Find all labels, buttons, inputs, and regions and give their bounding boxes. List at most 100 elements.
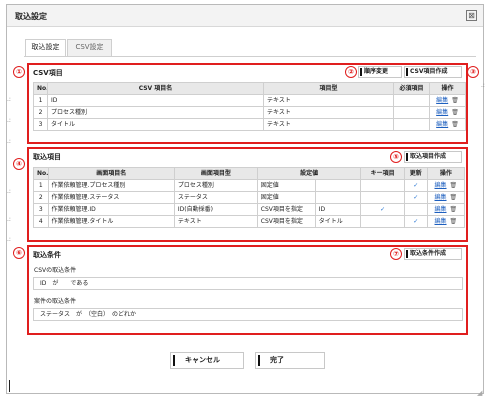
import-condition-create-button[interactable]: 取込条件作成 [404,248,462,260]
table-header-row: No. 画面項目名 画面項目型 設定値 キー項目 更新 操作 [33,167,466,180]
table-row: 1 ID テキスト 編集 🗑 [33,94,466,107]
key-item-check: ✓ [360,203,405,216]
setting-value-detail: タイトル [314,215,362,228]
condition-section-title: 取込条件 [33,251,61,259]
csv-condition-field[interactable]: ID が である [33,277,463,290]
operation-cell: 編集 🗑 [426,215,466,228]
tick-mark: .: [7,216,11,223]
page-edge-line [9,380,10,392]
update-check: ✓ [403,215,428,228]
edit-link[interactable]: 編集 [436,121,448,128]
screen-item-type: プロセス種別 [173,179,258,192]
resize-grip-icon[interactable]: ◢ [477,389,485,397]
operation-cell: 編集 🗑 [426,179,466,192]
column-header: 画面項目名 [47,167,175,180]
tab-csv-settings[interactable]: CSV設定 [67,39,112,56]
key-item-check [360,179,405,192]
column-header: 設定値 [256,167,362,180]
tick-mark: .: [7,138,11,145]
tick-mark: .: [481,82,485,89]
csv-item-type: テキスト [263,106,394,119]
table-row: 4 作業依頼管理.タイトル テキスト CSV項目を指定 タイトル ✓ 編集 🗑 [33,215,466,228]
table-row: 2 作業依頼管理.ステータス ステータス 固定値 ✓ 編集 🗑 [33,191,466,204]
required-cell [393,118,430,131]
tick-mark: .: [7,96,11,103]
column-header: CSV 項目名 [47,82,264,95]
csv-items-table: No. CSV 項目名 項目型 必須項目 操作 1 ID テキスト 編集 🗑 2 … [33,82,466,131]
operation-cell: 編集 🗑 [429,118,466,131]
marker-4: ④ [13,158,25,170]
table-row: 2 プロセス種別 テキスト 編集 🗑 [33,106,466,119]
row-number: 1 [33,179,49,192]
row-number: 3 [33,118,48,131]
required-cell [393,106,430,119]
import-section-title: 取込項目 [33,153,61,161]
operation-cell: 編集 🗑 [426,191,466,204]
edit-link[interactable]: 編集 [435,218,447,225]
setting-value: 固定値 [256,179,316,192]
screen-item-name: 作業依頼管理.プロセス種別 [47,179,175,192]
csv-item-name: ID [47,94,264,107]
setting-value: 固定値 [256,191,316,204]
csv-item-name: プロセス種別 [47,106,264,119]
trash-icon[interactable]: 🗑 [450,218,458,225]
dialog-titlebar: 取込設定 ⊠ [7,5,483,27]
table-row: 1 作業依頼管理.プロセス種別 プロセス種別 固定値 ✓ 編集 🗑 [33,179,466,192]
column-header: 更新 [403,167,428,180]
csv-item-type: テキスト [263,94,394,107]
edit-link[interactable]: 編集 [435,206,447,213]
row-number: 4 [33,215,49,228]
trash-icon[interactable]: 🗑 [450,182,458,189]
import-item-create-button[interactable]: 取込項目作成 [404,151,462,163]
csv-condition-label: CSVの取込条件 [34,267,77,274]
column-header: 項目型 [263,82,394,95]
setting-value: CSV項目を指定 [256,203,316,216]
marker-3: ③ [467,66,479,78]
edit-link[interactable]: 編集 [435,194,447,201]
order-change-button[interactable]: 順序変更 [358,66,402,78]
csv-item-create-button[interactable]: CSV項目作成 [404,66,462,78]
condition-section-highlight [27,245,468,335]
operation-cell: 編集 🗑 [426,203,466,216]
close-icon[interactable]: ⊠ [466,10,477,21]
trash-icon[interactable]: 🗑 [451,109,459,116]
csv-item-type: テキスト [263,118,394,131]
update-check [403,203,428,216]
column-header: 操作 [426,167,466,180]
tab-import-settings[interactable]: 取込設定 [25,39,66,56]
column-header: No. [33,167,49,180]
trash-icon[interactable]: 🗑 [450,206,458,213]
edit-link[interactable]: 編集 [435,182,447,189]
screen-item-name: 作業依頼管理.ID [47,203,175,216]
row-number: 2 [33,191,49,204]
case-condition-label: 案件の取込条件 [34,298,77,305]
table-header-row: No. CSV 項目名 項目型 必須項目 操作 [33,82,466,95]
screen-item-type: ステータス [173,191,258,204]
marker-7: ⑦ [390,248,402,260]
case-condition-field[interactable]: ステータス が （空白） のどれか [33,308,463,321]
screen-item-type: ID(自動採番) [173,203,258,216]
marker-5: ⑤ [390,151,402,163]
setting-value-detail: ID [314,203,362,216]
column-header: 必須項目 [393,82,430,95]
trash-icon[interactable]: 🗑 [451,97,459,104]
import-items-table: No. 画面項目名 画面項目型 設定値 キー項目 更新 操作 1 作業依頼管理.… [33,167,466,228]
row-number: 1 [33,94,48,107]
column-header: No. [33,82,48,95]
marker-1: ① [13,66,25,78]
dialog-title: 取込設定 [15,12,47,21]
table-row: 3 タイトル テキスト 編集 🗑 [33,118,466,131]
trash-icon[interactable]: 🗑 [451,121,459,128]
trash-icon[interactable]: 🗑 [450,194,458,201]
tick-mark: .: [7,117,11,124]
csv-section-title: CSV項目 [33,69,63,77]
key-item-check [360,191,405,204]
column-header: 操作 [429,82,466,95]
setting-value: CSV項目を指定 [256,215,316,228]
column-header: 画面項目型 [173,167,258,180]
cancel-button[interactable]: キャンセル [170,352,244,369]
edit-link[interactable]: 編集 [436,109,448,116]
tick-mark: .: [7,188,11,195]
complete-button[interactable]: 完了 [255,352,325,369]
edit-link[interactable]: 編集 [436,97,448,104]
